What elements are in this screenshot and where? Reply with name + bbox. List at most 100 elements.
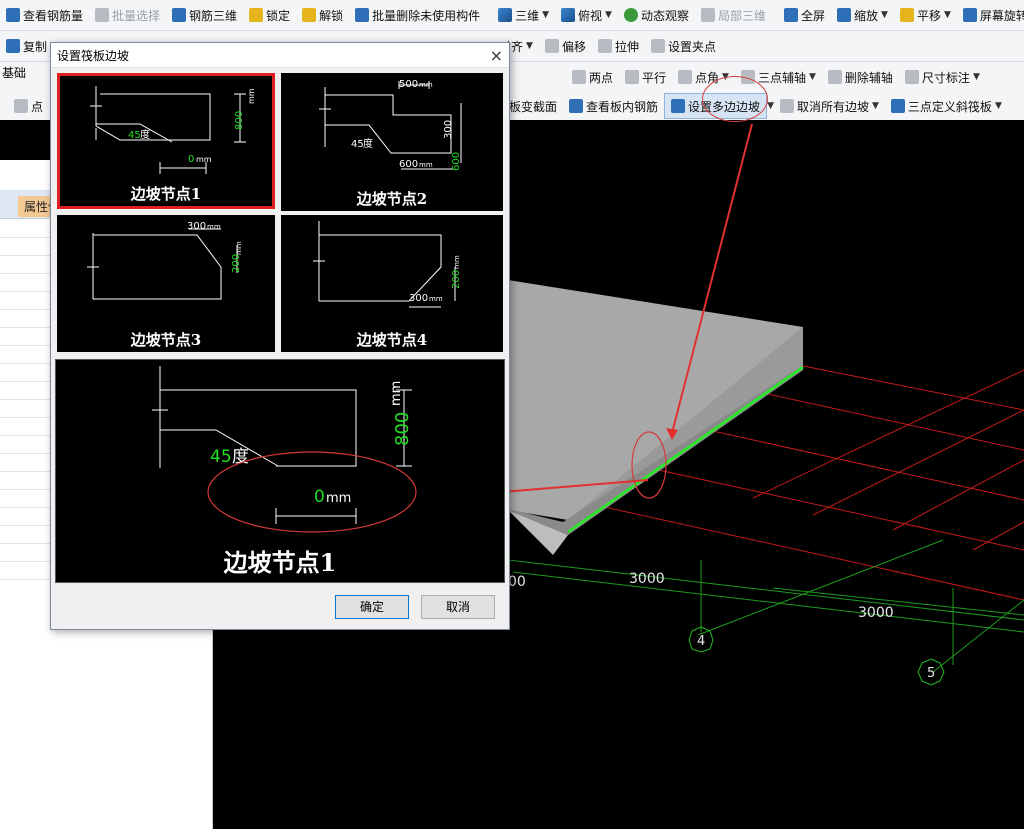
unlock-button[interactable]: 解锁 xyxy=(296,3,349,27)
dialog-title-bar: 设置筏板边坡 × xyxy=(51,43,509,68)
slope-icon xyxy=(671,99,686,113)
dimension-icon xyxy=(904,70,919,84)
chevron-down-icon: ▼ xyxy=(881,10,888,20)
node2-unit: mm xyxy=(419,81,433,89)
pan-dropdown[interactable]: 平移 ▼ xyxy=(894,3,957,27)
node2-width-bottom: 600 xyxy=(399,159,418,170)
node-label: 边坡节点1 xyxy=(130,185,202,203)
dynamic-observe-button[interactable]: 动态观察 xyxy=(618,3,695,27)
batch-delete-icon xyxy=(355,8,370,22)
chevron-down-icon: ▼ xyxy=(808,72,816,82)
preview-label: 边坡节点1 xyxy=(223,548,337,577)
node4-height: 200 xyxy=(451,270,462,289)
delete-axis-button[interactable]: 删除辅轴 xyxy=(822,65,899,89)
axis-label-4: 4 xyxy=(697,634,705,649)
stretch-icon xyxy=(597,39,612,53)
ok-button[interactable]: 确定 xyxy=(335,595,409,619)
three-d-dropdown[interactable]: 三维 ▼ xyxy=(492,3,555,27)
two-point-icon xyxy=(572,70,586,84)
annotation-circle-preview xyxy=(207,451,417,533)
node3-width: 300 xyxy=(187,221,206,232)
dim-label-2: 3000 xyxy=(858,605,894,621)
rebar-3d-button[interactable]: 钢筋三维 xyxy=(166,3,243,27)
three-point-slope-dropdown[interactable]: 三点定义斜筏板 ▼ xyxy=(885,94,1008,118)
slope-preview: 45 度 0 mm 800 mm 边坡节点1 xyxy=(55,359,505,583)
inner-rebar-icon xyxy=(569,99,584,113)
preview-angle-value: 45 xyxy=(210,447,232,467)
lock-icon xyxy=(249,8,264,22)
dialog-title: 设置筏板边坡 xyxy=(57,48,130,63)
slope-node-3[interactable]: 300 mm 200 mm 边坡节点3 xyxy=(57,215,275,352)
main-toolbar: 查看钢筋量 批量选择 钢筋三维 锁定 解锁 批量删除未使用构件 三维 ▼ 俯视 ▼ … xyxy=(0,0,1024,31)
chevron-down-icon: ▼ xyxy=(972,72,980,82)
copy-button[interactable]: 复制 xyxy=(0,34,53,58)
two-point-axis-button[interactable]: 两点 xyxy=(566,65,619,89)
local-3d-icon xyxy=(700,8,715,22)
node-label: 边坡节点3 xyxy=(130,331,202,349)
offset-button[interactable]: 偏移 xyxy=(539,34,592,58)
slope-node-1[interactable]: 45 度 0 mm 800 mm 边坡节点1 xyxy=(57,73,275,209)
node2-angle-unit: 度 xyxy=(363,137,373,150)
node3-unit: mm xyxy=(207,223,221,231)
set-clip-point-button[interactable]: 设置夹点 xyxy=(645,34,722,58)
point-button[interactable]: 点 xyxy=(8,94,49,118)
screen-rotate-dropdown[interactable]: 屏幕旋转▼ xyxy=(957,3,1024,27)
height-value: 800 xyxy=(234,111,245,130)
rebar-3d-icon xyxy=(172,8,187,22)
view-rebar-qty-button[interactable]: 查看钢筋量 xyxy=(0,3,89,27)
node3-height: 200 xyxy=(231,254,242,273)
full-screen-button[interactable]: 全屏 xyxy=(778,3,831,27)
zoom-icon xyxy=(837,8,852,22)
node2-angle-value: 45 xyxy=(351,139,364,150)
node3-unit: mm xyxy=(235,241,243,255)
node2-height-1: 300 xyxy=(443,120,454,139)
chevron-down-icon[interactable]: ▼ xyxy=(767,101,774,111)
offset-value: 0 xyxy=(188,154,194,165)
parallel-axis-button[interactable]: 平行 xyxy=(619,65,672,89)
cancel-all-slopes-dropdown[interactable]: 取消所有边坡 ▼ xyxy=(774,94,885,118)
node-label: 边坡节点2 xyxy=(356,190,428,208)
chevron-down-icon: ▼ xyxy=(994,101,1002,111)
slope-node-4[interactable]: 300 mm 200 mm 边坡节点4 xyxy=(281,215,503,352)
slope-node-2[interactable]: 500 mm 300 600 45 度 600 mm 边坡节点2 xyxy=(281,73,503,211)
cancel-slope-icon xyxy=(779,99,794,113)
hand-icon xyxy=(899,8,914,22)
chevron-down-icon: ▼ xyxy=(542,10,550,20)
top-view-dropdown[interactable]: 俯视 ▼ xyxy=(555,3,618,27)
node2-width-top: 500 xyxy=(399,79,418,90)
orbit-icon xyxy=(623,8,638,22)
delete-axis-icon xyxy=(827,70,842,84)
node4-width: 300 xyxy=(409,293,428,304)
lock-button[interactable]: 锁定 xyxy=(243,3,296,27)
point-icon xyxy=(14,99,28,113)
full-screen-icon xyxy=(784,8,798,22)
dimension-dropdown[interactable]: 尺寸标注 ▼ xyxy=(899,65,986,89)
dim-label-partial: 00 xyxy=(508,574,526,590)
preview-angle-unit: 度 xyxy=(232,447,249,467)
cube-icon xyxy=(498,8,513,22)
stretch-button[interactable]: 拉伸 xyxy=(592,34,645,58)
offset-icon xyxy=(544,39,559,53)
copy-icon xyxy=(6,39,20,53)
rebar-qty-icon xyxy=(6,8,20,22)
green-dim-lines xyxy=(507,539,1024,673)
close-icon[interactable]: × xyxy=(490,46,503,65)
batch-select-button[interactable]: 批量选择 xyxy=(89,3,166,27)
axis-marker-5[interactable]: 5 xyxy=(917,658,945,686)
point-angle-icon xyxy=(678,70,693,84)
local-3d-button[interactable]: 局部三维 xyxy=(695,3,772,27)
node4-unit: mm xyxy=(429,295,443,303)
layer-label[interactable]: 基础 xyxy=(2,66,26,80)
chevron-down-icon: ▼ xyxy=(943,10,951,20)
chevron-down-icon: ▼ xyxy=(872,101,879,111)
node2-unit: mm xyxy=(419,161,433,169)
batch-delete-unused-button[interactable]: 批量删除未使用构件 xyxy=(349,3,486,27)
chevron-down-icon: ▼ xyxy=(526,41,533,51)
dim-label-1: 3000 xyxy=(629,571,665,587)
zoom-dropdown[interactable]: 缩放 ▼ xyxy=(831,3,894,27)
view-inner-rebar-button[interactable]: 查看板内钢筋 xyxy=(563,94,664,118)
axis-label-5: 5 xyxy=(927,666,935,681)
unlock-icon xyxy=(302,8,317,22)
cancel-button[interactable]: 取消 xyxy=(421,595,495,619)
three-point-slope-icon xyxy=(890,99,905,113)
